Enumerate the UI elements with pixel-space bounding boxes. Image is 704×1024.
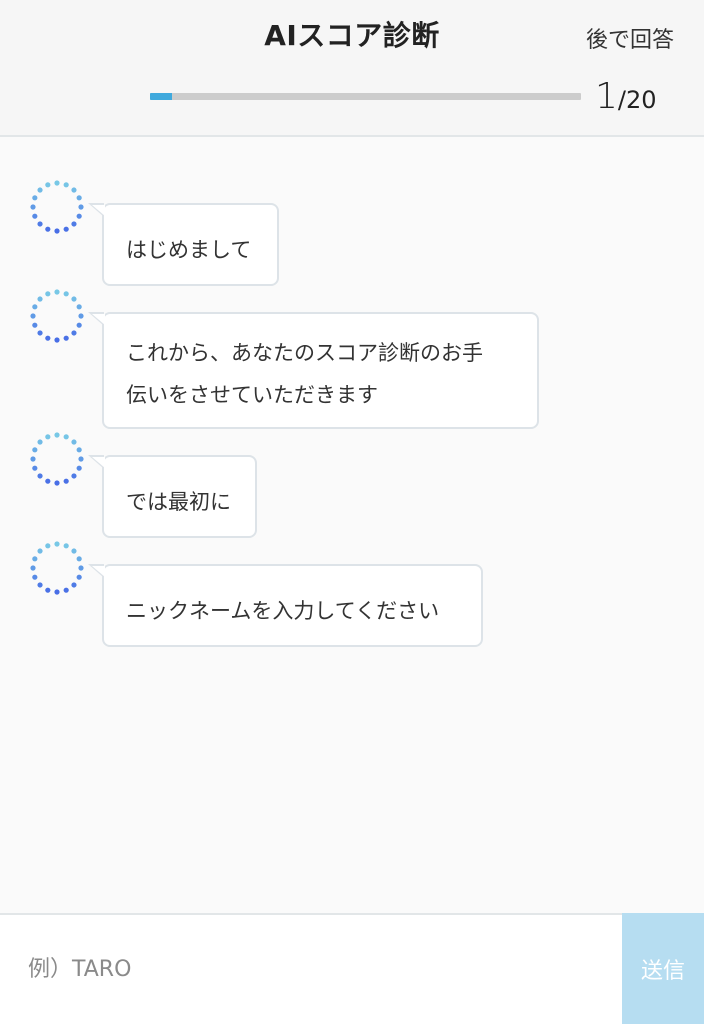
avatar-dot (45, 434, 51, 440)
avatar-dot (37, 473, 43, 479)
chat-bubble: ニックネームを入力してください (88, 564, 483, 647)
avatar-dot (45, 335, 51, 341)
avatar-dot (30, 456, 36, 462)
composer: 送信 (0, 913, 704, 1024)
avatar-dot (30, 204, 36, 210)
avatar-dot (45, 478, 51, 484)
dotted-circle-avatar-icon (30, 289, 84, 343)
avatar-dot (76, 447, 82, 453)
avatar-dot (71, 582, 77, 588)
avatar-dot (76, 465, 82, 471)
avatar-dot (45, 182, 51, 188)
avatar-dot (63, 291, 69, 297)
avatar-dot (63, 543, 69, 549)
avatar-dot (32, 574, 38, 580)
avatar-dot (37, 548, 43, 554)
avatar-dot (54, 337, 60, 343)
chat-bubble: これから、あなたのスコア診断のお手 伝いをさせていただきます (88, 312, 539, 429)
avatar-dot (71, 296, 77, 302)
avatar-dot (71, 473, 77, 479)
dotted-circle-avatar-icon (30, 432, 84, 486)
avatar-dot (76, 304, 82, 310)
avatar-dot (37, 296, 43, 302)
avatar-dot (45, 587, 51, 593)
avatar-dot (54, 480, 60, 486)
avatar-dot (30, 313, 36, 319)
avatar-dot (45, 226, 51, 232)
avatar-dot (63, 587, 69, 593)
progress-total: /20 (617, 86, 657, 114)
nickname-input[interactable] (0, 915, 622, 1024)
avatar-dot (37, 330, 43, 336)
avatar-dot (71, 548, 77, 554)
avatar-dot (37, 187, 43, 193)
avatar-dot (63, 335, 69, 341)
avatar-dot (37, 439, 43, 445)
avatar-dot (37, 221, 43, 227)
avatar-dot (76, 322, 82, 328)
avatar-dot (78, 456, 84, 462)
progress-current: 1 (595, 76, 618, 117)
header: AIスコア診断 後で回答 1/20 (0, 0, 704, 137)
avatar-dot (54, 589, 60, 595)
avatar-dot (63, 226, 69, 232)
avatar-dot (76, 574, 82, 580)
avatar-dot (71, 439, 77, 445)
avatar-dot (78, 565, 84, 571)
chat-bubble: はじめまして (88, 203, 279, 286)
avatar-dot (32, 556, 38, 562)
avatar-dot (76, 213, 82, 219)
avatar-dot (63, 434, 69, 440)
avatar-dot (78, 204, 84, 210)
chat-bubble-text: 伝いをさせていただきます (126, 383, 378, 407)
avatar-dot (54, 541, 60, 547)
avatar-dot (32, 195, 38, 201)
chat-bubble-text: では最初に (126, 490, 231, 514)
avatar-dot (45, 543, 51, 549)
avatar-dot (32, 213, 38, 219)
avatar-dot (30, 565, 36, 571)
avatar-dot (54, 228, 60, 234)
avatar-dot (63, 182, 69, 188)
chat-area: はじめまして これから、あなたのスコア診断のお手 伝いをさせていただきます では… (0, 137, 704, 913)
progress-bar (150, 93, 581, 100)
chat-bubble: では最初に (88, 455, 257, 538)
avatar-dot (76, 556, 82, 562)
chat-bubble-text: これから、あなたのスコア診断のお手 (126, 341, 483, 365)
avatar-dot (37, 582, 43, 588)
avatar-dot (54, 180, 60, 186)
chat-bubble-text: ニックネームを入力してください (126, 599, 440, 623)
answer-later-link[interactable]: 後で回答 (586, 22, 674, 54)
dotted-circle-avatar-icon (30, 541, 84, 595)
avatar-dot (54, 432, 60, 438)
dotted-circle-avatar-icon (30, 180, 84, 234)
avatar-dot (78, 313, 84, 319)
progress-counter: 1/20 (595, 76, 657, 117)
avatar-dot (76, 195, 82, 201)
avatar-dot (54, 289, 60, 295)
avatar-dot (32, 322, 38, 328)
avatar-dot (71, 330, 77, 336)
avatar-dot (71, 221, 77, 227)
chat-bubble-text: はじめまして (126, 238, 252, 262)
avatar-dot (71, 187, 77, 193)
avatar-dot (32, 465, 38, 471)
progress-fill (150, 93, 172, 100)
send-button[interactable]: 送信 (622, 913, 704, 1024)
avatar-dot (63, 478, 69, 484)
avatar-dot (32, 304, 38, 310)
avatar-dot (32, 447, 38, 453)
avatar-dot (45, 291, 51, 297)
